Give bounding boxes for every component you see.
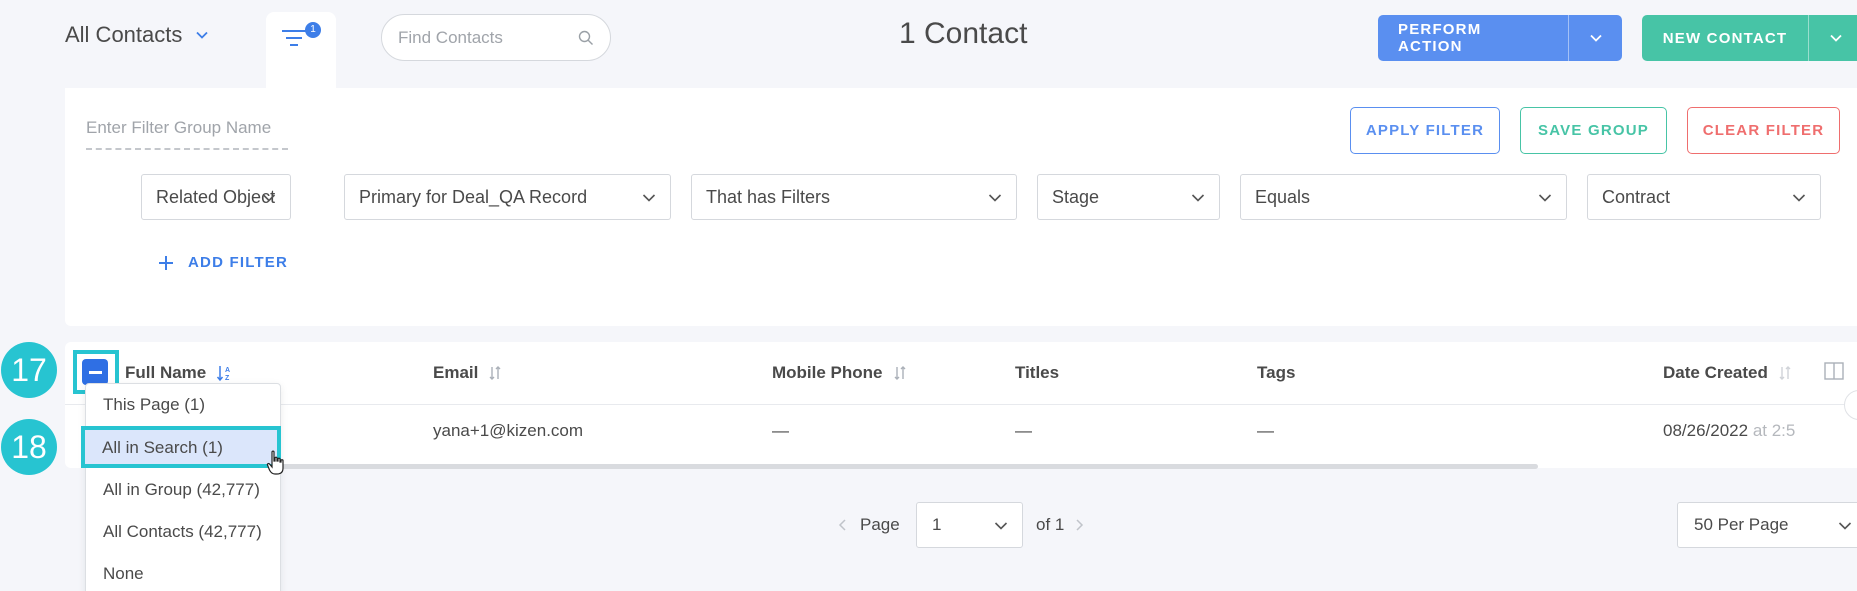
- chevron-right-icon: [1076, 519, 1084, 531]
- chevron-down-icon: [1838, 522, 1852, 530]
- header-divider: [65, 404, 1857, 405]
- chevron-down-icon: [988, 194, 1002, 202]
- search-input[interactable]: [398, 27, 568, 48]
- menu-item-this-page[interactable]: This Page (1): [103, 395, 205, 415]
- sort-icon: [489, 366, 501, 380]
- cell-titles: —: [1015, 421, 1032, 440]
- cell-tags: —: [1257, 421, 1274, 440]
- perform-action-split-button: PERFORM ACTION: [1378, 15, 1622, 61]
- cell-email[interactable]: yana+1@kizen.com: [433, 421, 583, 441]
- dropdown-value: Related Object: [156, 186, 276, 207]
- page-of-label: of 1: [1036, 515, 1065, 534]
- svg-text:A: A: [225, 367, 230, 374]
- column-header-email[interactable]: Email: [433, 363, 502, 383]
- perform-action-dropdown-button[interactable]: [1568, 15, 1622, 61]
- clear-filter-button[interactable]: CLEAR FILTER: [1687, 107, 1840, 154]
- condition-dropdown[interactable]: That has Filters: [691, 174, 1017, 220]
- perform-action-button[interactable]: PERFORM ACTION: [1378, 15, 1568, 61]
- column-label: Mobile Phone: [772, 363, 883, 382]
- operator-dropdown[interactable]: Equals: [1240, 174, 1567, 220]
- menu-item-label: All in Search (1): [102, 438, 223, 457]
- per-page-value: 50 Per Page: [1694, 515, 1789, 534]
- search-box[interactable]: [381, 14, 611, 61]
- sort-icon: [1779, 366, 1791, 380]
- chevron-down-icon: [1191, 194, 1205, 202]
- apply-filter-button[interactable]: APPLY FILTER: [1350, 107, 1500, 154]
- column-header-tags[interactable]: Tags: [1257, 363, 1295, 383]
- column-header-mobile-phone[interactable]: Mobile Phone: [772, 363, 907, 383]
- cell-date-created: 08/26/2022 at 2:5: [1663, 421, 1795, 441]
- menu-item-all-in-group[interactable]: All in Group (42,777): [103, 480, 260, 500]
- column-label: Email: [433, 363, 479, 382]
- add-filter-label: ADD FILTER: [188, 254, 289, 271]
- page-value: 1: [932, 515, 942, 534]
- menu-item-none[interactable]: None: [103, 564, 144, 584]
- chevron-down-icon: [1589, 34, 1602, 42]
- column-label: Titles: [1015, 363, 1060, 382]
- plus-icon: [159, 255, 173, 270]
- menu-item-all-in-search[interactable]: All in Search (1): [81, 426, 281, 468]
- view-title: All Contacts: [65, 22, 183, 47]
- column-header-full-name[interactable]: Full Name AZ: [125, 363, 234, 383]
- field-dropdown[interactable]: Stage: [1037, 174, 1220, 220]
- relation-dropdown[interactable]: Primary for Deal_QA Record: [344, 174, 671, 220]
- new-contact-button[interactable]: NEW CONTACT: [1642, 15, 1808, 61]
- step-badge: 17: [1, 342, 57, 398]
- column-label: Date Created: [1663, 363, 1768, 382]
- dropdown-value: That has Filters: [706, 186, 831, 207]
- filter-count-badge: 1: [305, 22, 321, 38]
- step-badge: 18: [1, 419, 57, 475]
- dropdown-value: Equals: [1255, 186, 1311, 207]
- per-page-select[interactable]: 50 Per Page: [1677, 502, 1857, 548]
- column-label: Tags: [1257, 363, 1296, 382]
- chevron-down-icon: [1829, 34, 1842, 42]
- chevron-down-icon: [262, 194, 276, 202]
- dropdown-value: Primary for Deal_QA Record: [359, 186, 588, 207]
- new-contact-dropdown-button[interactable]: [1808, 15, 1857, 61]
- chevron-down-icon: [994, 522, 1008, 530]
- dropdown-value: Stage: [1052, 186, 1100, 207]
- record-count: 1 Contact: [899, 17, 1028, 50]
- menu-item-all-contacts[interactable]: All Contacts (42,777): [103, 522, 262, 542]
- select-options-menu: This Page (1) All in Group (42,777) All …: [85, 383, 281, 591]
- horizontal-scrollbar[interactable]: [100, 464, 1538, 469]
- add-filter-button[interactable]: ADD FILTER: [158, 254, 288, 271]
- value-dropdown[interactable]: Contract: [1587, 174, 1821, 220]
- column-header-titles[interactable]: Titles: [1015, 363, 1059, 383]
- view-selector[interactable]: All Contacts: [65, 22, 209, 48]
- filter-type-dropdown[interactable]: Related Object: [141, 174, 291, 220]
- indeterminate-icon: [88, 370, 102, 374]
- dropdown-value: Contract: [1602, 186, 1671, 207]
- chevron-down-icon: [642, 194, 656, 202]
- time-value: at 2:5: [1752, 421, 1796, 440]
- column-header-date-created[interactable]: Date Created: [1663, 363, 1792, 383]
- cell-mobile-phone: —: [772, 421, 789, 440]
- filter-group-name-input[interactable]: Enter Filter Group Name: [86, 118, 288, 150]
- svg-text:Z: Z: [225, 375, 230, 382]
- contacts-table: [65, 342, 1857, 468]
- select-all-checkbox[interactable]: [82, 359, 108, 385]
- column-label: Full Name: [125, 363, 207, 382]
- filter-toggle-tab[interactable]: 1: [266, 12, 336, 88]
- page-select[interactable]: 1: [916, 502, 1023, 548]
- chevron-down-icon: [196, 31, 209, 39]
- sort-az-icon: AZ: [217, 366, 230, 382]
- chevron-left-icon: [838, 519, 846, 531]
- chevron-down-icon: [1538, 194, 1552, 202]
- pagination-prev[interactable]: Page: [838, 502, 900, 548]
- hand-cursor-icon: [266, 450, 284, 475]
- search-icon: [578, 30, 593, 45]
- pagination-next[interactable]: of 1: [1036, 502, 1084, 548]
- page-label: Page: [860, 515, 900, 534]
- save-group-button[interactable]: SAVE GROUP: [1520, 107, 1667, 154]
- column-settings-icon[interactable]: [1824, 362, 1844, 380]
- date-value: 08/26/2022: [1663, 421, 1749, 440]
- sort-icon: [894, 366, 905, 380]
- new-contact-split-button: NEW CONTACT: [1642, 15, 1857, 61]
- chevron-down-icon: [1792, 194, 1806, 202]
